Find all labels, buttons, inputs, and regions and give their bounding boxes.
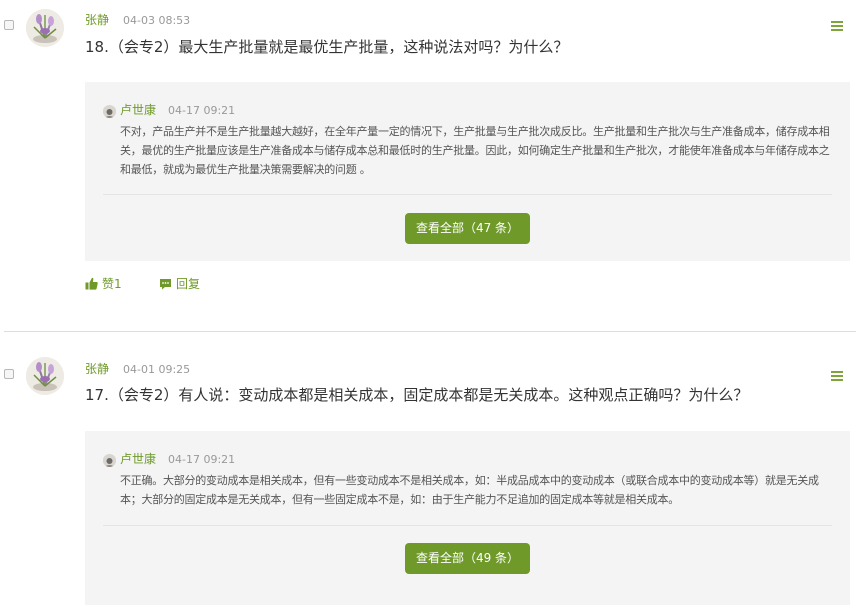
post-author[interactable]: 张静 [85,12,109,28]
answer-panel: 卢世康 04-17 09:21 不对，产品生产并不是生产批量越大越好，在全年产量… [85,82,850,261]
post-17: 张静 04-01 09:25 17.（会专2）有人说：变动成本都是相关成本，固定… [0,349,856,605]
answer-timestamp: 04-17 09:21 [168,453,236,466]
avatar-flower-image [26,9,64,47]
avatar[interactable] [26,357,64,395]
answerer-avatar-image [103,107,116,118]
question-text[interactable]: 18.（会专2）最大生产批量就是最优生产批量，这种说法对吗？为什么？ [85,37,568,57]
answer-divider [103,525,832,526]
answer-panel: 卢世康 04-17 09:21 不正确。大部分的变动成本是相关成本，但有一些变动… [85,431,850,605]
post-timestamp: 04-03 08:53 [123,14,191,27]
answer-author[interactable]: 卢世康 [120,102,156,118]
avatar-flower-image [26,357,64,395]
answer-author[interactable]: 卢世康 [120,451,156,467]
post-divider [4,331,856,332]
post-18: 张静 04-03 08:53 18.（会专2）最大生产批量就是最优生产批量，这种… [0,0,856,330]
view-all-answers-button[interactable]: 查看全部（47 条） [405,213,530,244]
speech-bubble-icon [159,278,172,294]
answerer-avatar-image [103,456,116,467]
post-author[interactable]: 张静 [85,361,109,377]
reply-label: 回复 [176,277,201,291]
thumbs-up-icon [85,277,98,294]
view-all-answers-button[interactable]: 查看全部（49 条） [405,543,530,574]
answer-text: 不对，产品生产并不是生产批量越大越好，在全年产量一定的情况下，生产批量与生产批次… [120,125,830,176]
post-timestamp: 04-01 09:25 [123,363,191,376]
hamburger-menu-icon[interactable] [831,21,843,32]
answer-text: 不正确。大部分的变动成本是相关成本，但有一些变动成本不是相关成本，如：半成品成本… [120,474,819,506]
post-select-checkbox[interactable] [4,20,14,30]
answer-divider [103,194,832,195]
answerer-avatar[interactable] [103,454,116,467]
question-text[interactable]: 17.（会专2）有人说：变动成本都是相关成本，固定成本都是无关成本。这种观点正确… [85,385,748,405]
like-count-label: 赞1 [102,277,122,291]
answer-timestamp: 04-17 09:21 [168,104,236,117]
like-button[interactable]: 赞1 [85,276,122,294]
hamburger-menu-icon[interactable] [831,371,843,382]
avatar[interactable] [26,9,64,47]
reply-button[interactable]: 回复 [159,276,200,294]
post-select-checkbox[interactable] [4,369,14,379]
answerer-avatar[interactable] [103,105,116,118]
